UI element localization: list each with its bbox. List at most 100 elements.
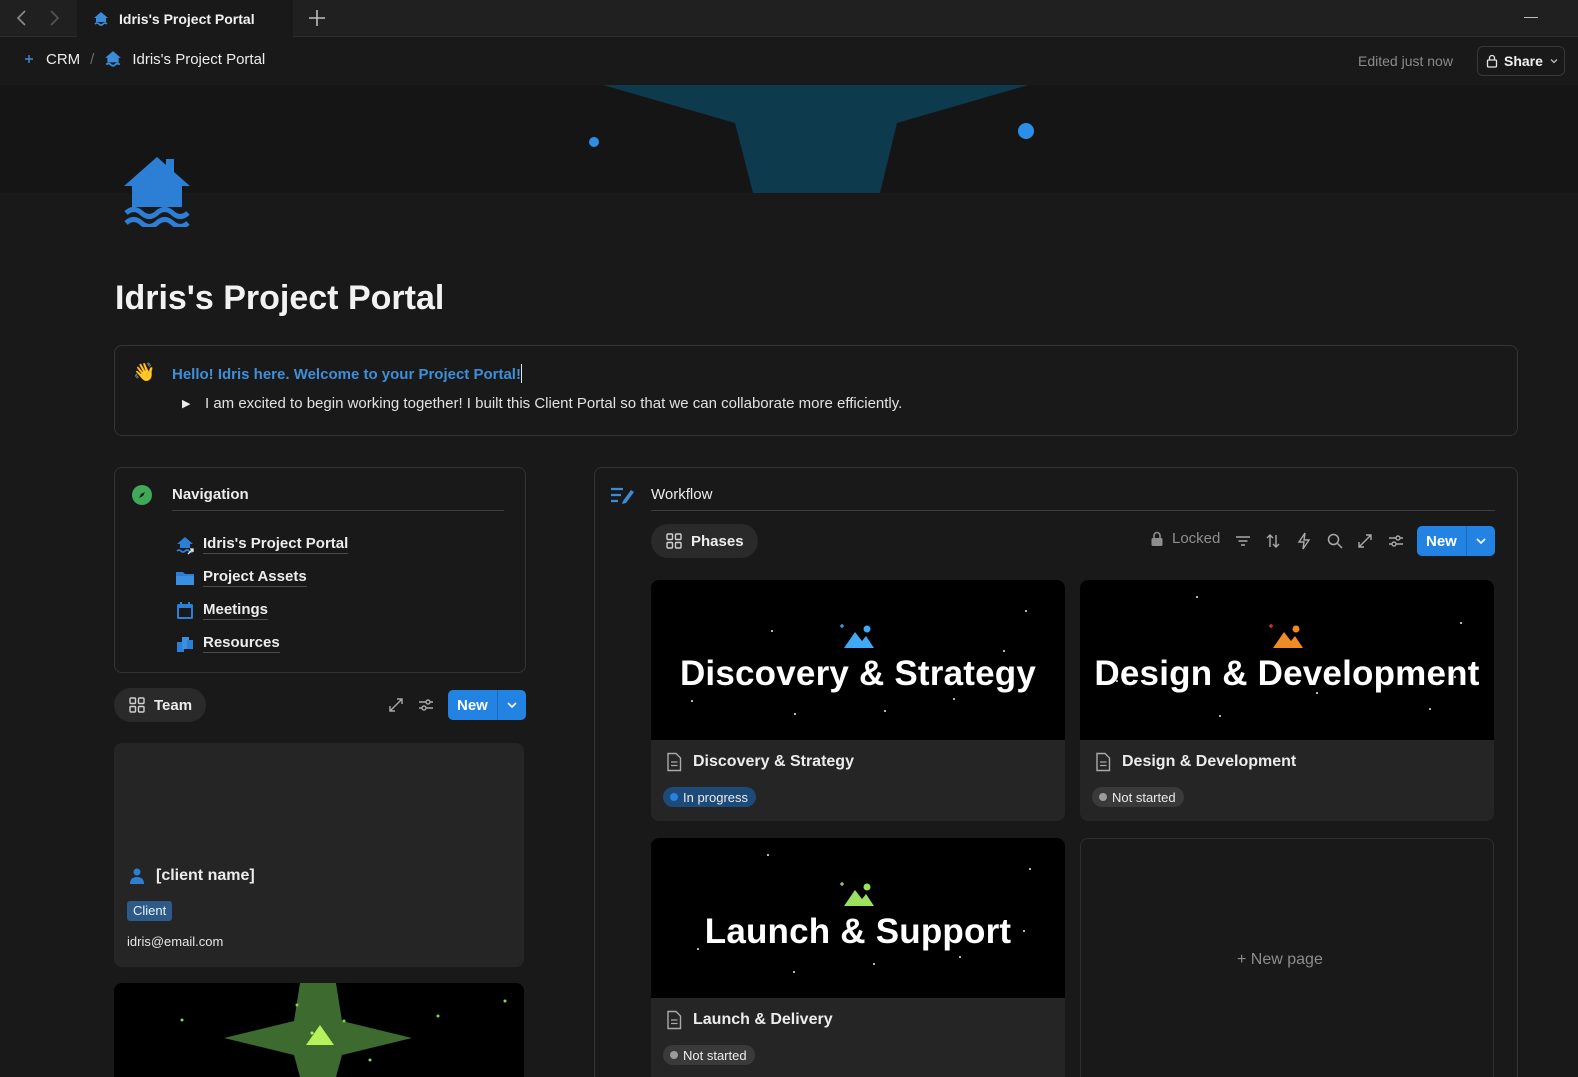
tab-title: Idris's Project Portal bbox=[119, 10, 255, 27]
sort-button[interactable] bbox=[1263, 531, 1283, 551]
sort-icon bbox=[1266, 534, 1280, 548]
nav-link-label: Meetings bbox=[203, 601, 269, 620]
cover-illustration bbox=[589, 85, 1034, 193]
card-cover: Design & Development bbox=[1080, 580, 1494, 740]
folder-icon bbox=[176, 571, 194, 585]
waving-hand-icon: 👋 bbox=[133, 362, 156, 382]
team-new-dropdown[interactable] bbox=[498, 690, 526, 720]
phase-card[interactable]: Discovery & Strategy Discovery & Strateg… bbox=[651, 580, 1065, 821]
filter-icon bbox=[1236, 536, 1250, 546]
house-flood-icon[interactable] bbox=[122, 155, 192, 227]
new-page-label: New page bbox=[1250, 951, 1323, 968]
new-tab-button[interactable] bbox=[305, 6, 329, 30]
team-card[interactable]: [client name] Client idris@email.com bbox=[114, 743, 524, 967]
settings-button[interactable] bbox=[416, 695, 436, 715]
chevron-down-icon bbox=[1550, 59, 1558, 64]
card-cover: Launch & Support bbox=[651, 838, 1065, 998]
locked-indicator[interactable]: Locked bbox=[1150, 530, 1220, 547]
callout-heading-text: Hello! Idris here. Welcome to your Proje… bbox=[172, 366, 521, 383]
settings-button[interactable] bbox=[1386, 531, 1406, 551]
filter-button[interactable] bbox=[1233, 531, 1253, 551]
card-cover-text: Discovery & Strategy bbox=[679, 654, 1037, 693]
sparkle-icon bbox=[25, 55, 33, 63]
search-button[interactable] bbox=[1325, 531, 1345, 551]
team-new-label[interactable]: New bbox=[448, 690, 498, 720]
page-cover[interactable] bbox=[0, 85, 1578, 193]
phase-card[interactable]: Launch & Support Launch & Delivery Not s… bbox=[651, 838, 1065, 1077]
status-badge: In progress bbox=[663, 787, 757, 807]
app-window: Idris's Project Portal CRM / Idris's Pro… bbox=[0, 0, 1578, 1077]
workflow-new-label[interactable]: New bbox=[1417, 526, 1467, 556]
chevron-left-icon bbox=[16, 10, 26, 26]
mountain-sparkle-icon bbox=[1269, 624, 1303, 648]
team-new-button[interactable]: New bbox=[448, 690, 526, 720]
team-card[interactable] bbox=[114, 983, 524, 1077]
card-cover-text: Launch & Support bbox=[704, 912, 1012, 951]
back-button[interactable] bbox=[11, 7, 33, 29]
breadcrumb-page[interactable]: Idris's Project Portal bbox=[132, 51, 265, 68]
nav-link-meetings[interactable]: Meetings bbox=[175, 594, 348, 627]
status-badge: Not started bbox=[663, 1045, 755, 1065]
view-tab-phases[interactable]: Phases bbox=[651, 524, 758, 558]
workflow-new-button[interactable]: New bbox=[1417, 526, 1495, 556]
documents-icon bbox=[177, 636, 193, 652]
edit-list-icon bbox=[611, 487, 634, 504]
chevron-down-icon bbox=[1476, 538, 1486, 545]
nav-link-label: Resources bbox=[203, 634, 280, 653]
card-title: Design & Development bbox=[1094, 752, 1296, 772]
mountain-sparkle-icon bbox=[840, 882, 874, 906]
automations-button[interactable] bbox=[1294, 531, 1314, 551]
locked-label: Locked bbox=[1172, 530, 1221, 547]
tab-bar: Idris's Project Portal bbox=[0, 0, 1578, 37]
callout-heading[interactable]: Hello! Idris here. Welcome to your Proje… bbox=[172, 364, 522, 383]
top-bar: CRM / Idris's Project Portal Edited just… bbox=[0, 38, 1578, 85]
status-text: Not started bbox=[1112, 789, 1176, 805]
breadcrumb-separator: / bbox=[90, 50, 95, 68]
welcome-callout[interactable]: 👋 Hello! Idris here. Welcome to your Pro… bbox=[114, 345, 1518, 436]
search-icon bbox=[1327, 533, 1343, 549]
phase-card[interactable]: Design & Development Design & Developmen… bbox=[1080, 580, 1494, 821]
lock-icon bbox=[1486, 54, 1498, 68]
expand-icon bbox=[1358, 534, 1372, 548]
page-title[interactable]: Idris's Project Portal bbox=[115, 279, 444, 318]
view-tab-label: Team bbox=[154, 696, 193, 714]
lock-icon bbox=[1151, 531, 1163, 546]
share-button[interactable]: Share bbox=[1477, 46, 1565, 76]
page-icon bbox=[1096, 752, 1111, 772]
nav-link-label: Project Assets bbox=[203, 568, 307, 587]
client-email[interactable]: idris@email.com bbox=[127, 934, 223, 949]
card-title: Launch & Delivery bbox=[665, 1010, 833, 1030]
workflow-divider bbox=[651, 510, 1495, 511]
view-tab-team[interactable]: Team bbox=[114, 688, 207, 722]
status-dot bbox=[1099, 793, 1107, 801]
callout-body[interactable]: I am excited to begin working together! … bbox=[205, 395, 902, 412]
workflow-board: Workflow Phases Locked New Discovery & S… bbox=[594, 467, 1518, 1077]
minimize-button[interactable] bbox=[1524, 17, 1538, 18]
expand-button[interactable] bbox=[1355, 531, 1375, 551]
breadcrumb-crm[interactable]: CRM bbox=[46, 51, 80, 68]
edited-status: Edited just now bbox=[1358, 53, 1453, 69]
calendar-icon bbox=[177, 601, 193, 619]
house-flood-icon bbox=[94, 11, 108, 26]
workflow-new-dropdown[interactable] bbox=[1467, 526, 1495, 556]
nav-link-label: Idris's Project Portal bbox=[203, 535, 349, 554]
status-text: Not started bbox=[683, 1047, 747, 1063]
new-page-button[interactable]: + New page bbox=[1237, 951, 1323, 969]
nav-link-resources[interactable]: Resources bbox=[175, 627, 348, 660]
navigation-title: Navigation bbox=[172, 486, 249, 503]
tab-project-portal[interactable]: Idris's Project Portal bbox=[77, 0, 293, 37]
nav-link-project-portal[interactable]: Idris's Project Portal bbox=[175, 528, 349, 561]
card-title-text: Design & Development bbox=[1122, 753, 1297, 770]
view-tab-label: Phases bbox=[691, 532, 744, 550]
house-flood-icon bbox=[176, 536, 194, 554]
card-title-text: Discovery & Strategy bbox=[693, 753, 854, 770]
team-card-title: [client name] bbox=[128, 867, 255, 885]
toggle-arrow-icon[interactable]: ▶ bbox=[182, 397, 190, 410]
nav-link-project-assets[interactable]: Project Assets bbox=[175, 561, 348, 594]
status-dot bbox=[670, 793, 678, 801]
forward-button[interactable] bbox=[43, 7, 65, 29]
new-page-card[interactable]: + New page bbox=[1080, 838, 1494, 1077]
sliders-icon bbox=[419, 699, 433, 711]
gallery-icon bbox=[129, 697, 145, 713]
expand-button[interactable] bbox=[386, 695, 406, 715]
